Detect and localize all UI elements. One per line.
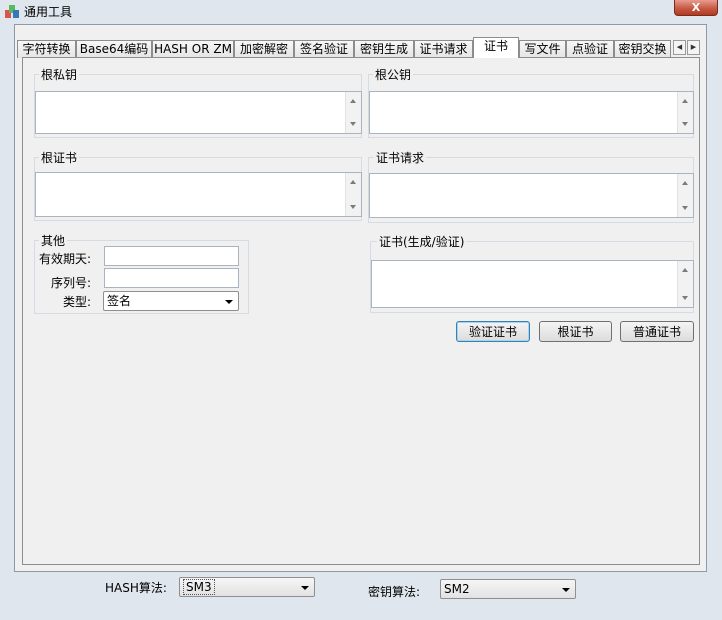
serial-number-label: 序列号: (51, 276, 92, 290)
tab-label: 密钥生成 (359, 42, 408, 56)
serial-number-input[interactable] (104, 268, 239, 288)
scroll-up-icon[interactable] (350, 99, 356, 103)
root-cert-title: 根证书 (39, 151, 80, 165)
tab-label: 证书请求 (419, 42, 468, 56)
verify-cert-button[interactable]: 验证证书 (456, 321, 530, 342)
tab-encrypt-decrypt[interactable]: 加密解密 (234, 40, 294, 58)
scroll-up-icon[interactable] (682, 268, 688, 272)
root-cert-textarea[interactable] (35, 172, 362, 217)
scroll-up-icon[interactable] (682, 99, 688, 103)
normal-cert-button[interactable]: 普通证书 (620, 321, 694, 342)
tab-char-convert[interactable]: 字符转换 (17, 40, 76, 58)
tab-label: 字符转换 (22, 42, 71, 56)
window-title: 通用工具 (24, 5, 73, 19)
validity-days-label: 有效期天: (39, 252, 92, 266)
tab-label: HASH OR ZM (154, 42, 232, 56)
scroll-down-icon[interactable] (682, 122, 688, 126)
key-algorithm-select[interactable]: SM2 (440, 579, 576, 599)
app-icon (5, 5, 19, 18)
tab-hash-or-zm[interactable]: HASH OR ZM (152, 40, 234, 58)
scrollbar[interactable] (677, 92, 693, 133)
tab-write-file[interactable]: 写文件 (519, 40, 566, 58)
title-bar: 通用工具 X (0, 0, 722, 22)
tab-label: 点验证 (571, 42, 608, 56)
tab-label: 加密解密 (239, 42, 288, 56)
scroll-down-icon[interactable] (682, 296, 688, 300)
key-algorithm-label: 密钥算法: (368, 585, 421, 599)
tab-key-gen[interactable]: 密钥生成 (354, 40, 414, 58)
tab-label: Base64编码 (79, 42, 149, 56)
scroll-down-icon[interactable] (682, 206, 688, 210)
tab-label: 签名验证 (299, 42, 348, 56)
chevron-down-icon (225, 300, 233, 304)
root-public-key-textarea[interactable] (369, 91, 694, 134)
tab-label: 证书 (483, 39, 508, 53)
chevron-down-icon (301, 586, 309, 590)
scrollbar[interactable] (677, 261, 693, 307)
tab-key-exchange[interactable]: 密钥交换 (614, 40, 671, 58)
key-algorithm-value: SM2 (444, 582, 470, 596)
tab-point-verify[interactable]: 点验证 (566, 40, 614, 58)
close-icon: X (691, 1, 701, 14)
scrollbar[interactable] (677, 174, 693, 217)
root-public-key-title: 根公钥 (373, 68, 414, 82)
validity-days-input[interactable] (104, 246, 239, 266)
hash-algorithm-label: HASH算法: (105, 581, 167, 595)
tab-base64[interactable]: Base64编码 (76, 40, 152, 58)
root-private-key-textarea[interactable] (35, 91, 362, 134)
scroll-up-icon[interactable] (350, 180, 356, 184)
tab-label: 密钥交换 (618, 42, 667, 56)
tab-scroll-left[interactable]: ◀ (673, 40, 686, 55)
scroll-down-icon[interactable] (350, 122, 356, 126)
tab-cert-request[interactable]: 证书请求 (414, 40, 473, 58)
scrollbar[interactable] (345, 92, 361, 133)
tab-strip: 字符转换 Base64编码 HASH OR ZM 加密解密 签名验证 密钥生成 … (17, 37, 677, 58)
hash-algorithm-value: SM3 (183, 579, 215, 595)
tab-cert[interactable]: 证书 (473, 37, 519, 58)
hash-algorithm-select[interactable]: SM3 (179, 577, 315, 597)
scroll-down-icon[interactable] (350, 205, 356, 209)
chevron-left-icon: ◀ (676, 43, 683, 51)
tab-scroll-right[interactable]: ▶ (687, 40, 700, 55)
chevron-down-icon (562, 588, 570, 592)
tab-label: 写文件 (524, 42, 561, 56)
scroll-up-icon[interactable] (682, 181, 688, 185)
cert-request-textarea[interactable] (369, 173, 694, 218)
cert-gen-verify-title: 证书(生成/验证) (377, 235, 467, 249)
type-label: 类型: (63, 295, 92, 309)
cert-request-title: 证书请求 (374, 151, 427, 165)
chevron-right-icon: ▶ (690, 43, 697, 51)
tab-sign-verify[interactable]: 签名验证 (294, 40, 354, 58)
scrollbar[interactable] (345, 173, 361, 216)
root-private-key-title: 根私钥 (39, 68, 80, 82)
type-select-value: 签名 (107, 294, 132, 308)
close-button[interactable]: X (674, 0, 718, 16)
cert-tab-panel: 根私钥 根公钥 根证书 证书请求 其他 有效期天: 序列号: 类型: 签名 证书… (22, 57, 700, 565)
cert-gen-verify-textarea[interactable] (371, 260, 694, 308)
other-title: 其他 (39, 234, 68, 248)
root-cert-button[interactable]: 根证书 (539, 321, 612, 342)
type-select[interactable]: 签名 (103, 291, 239, 311)
